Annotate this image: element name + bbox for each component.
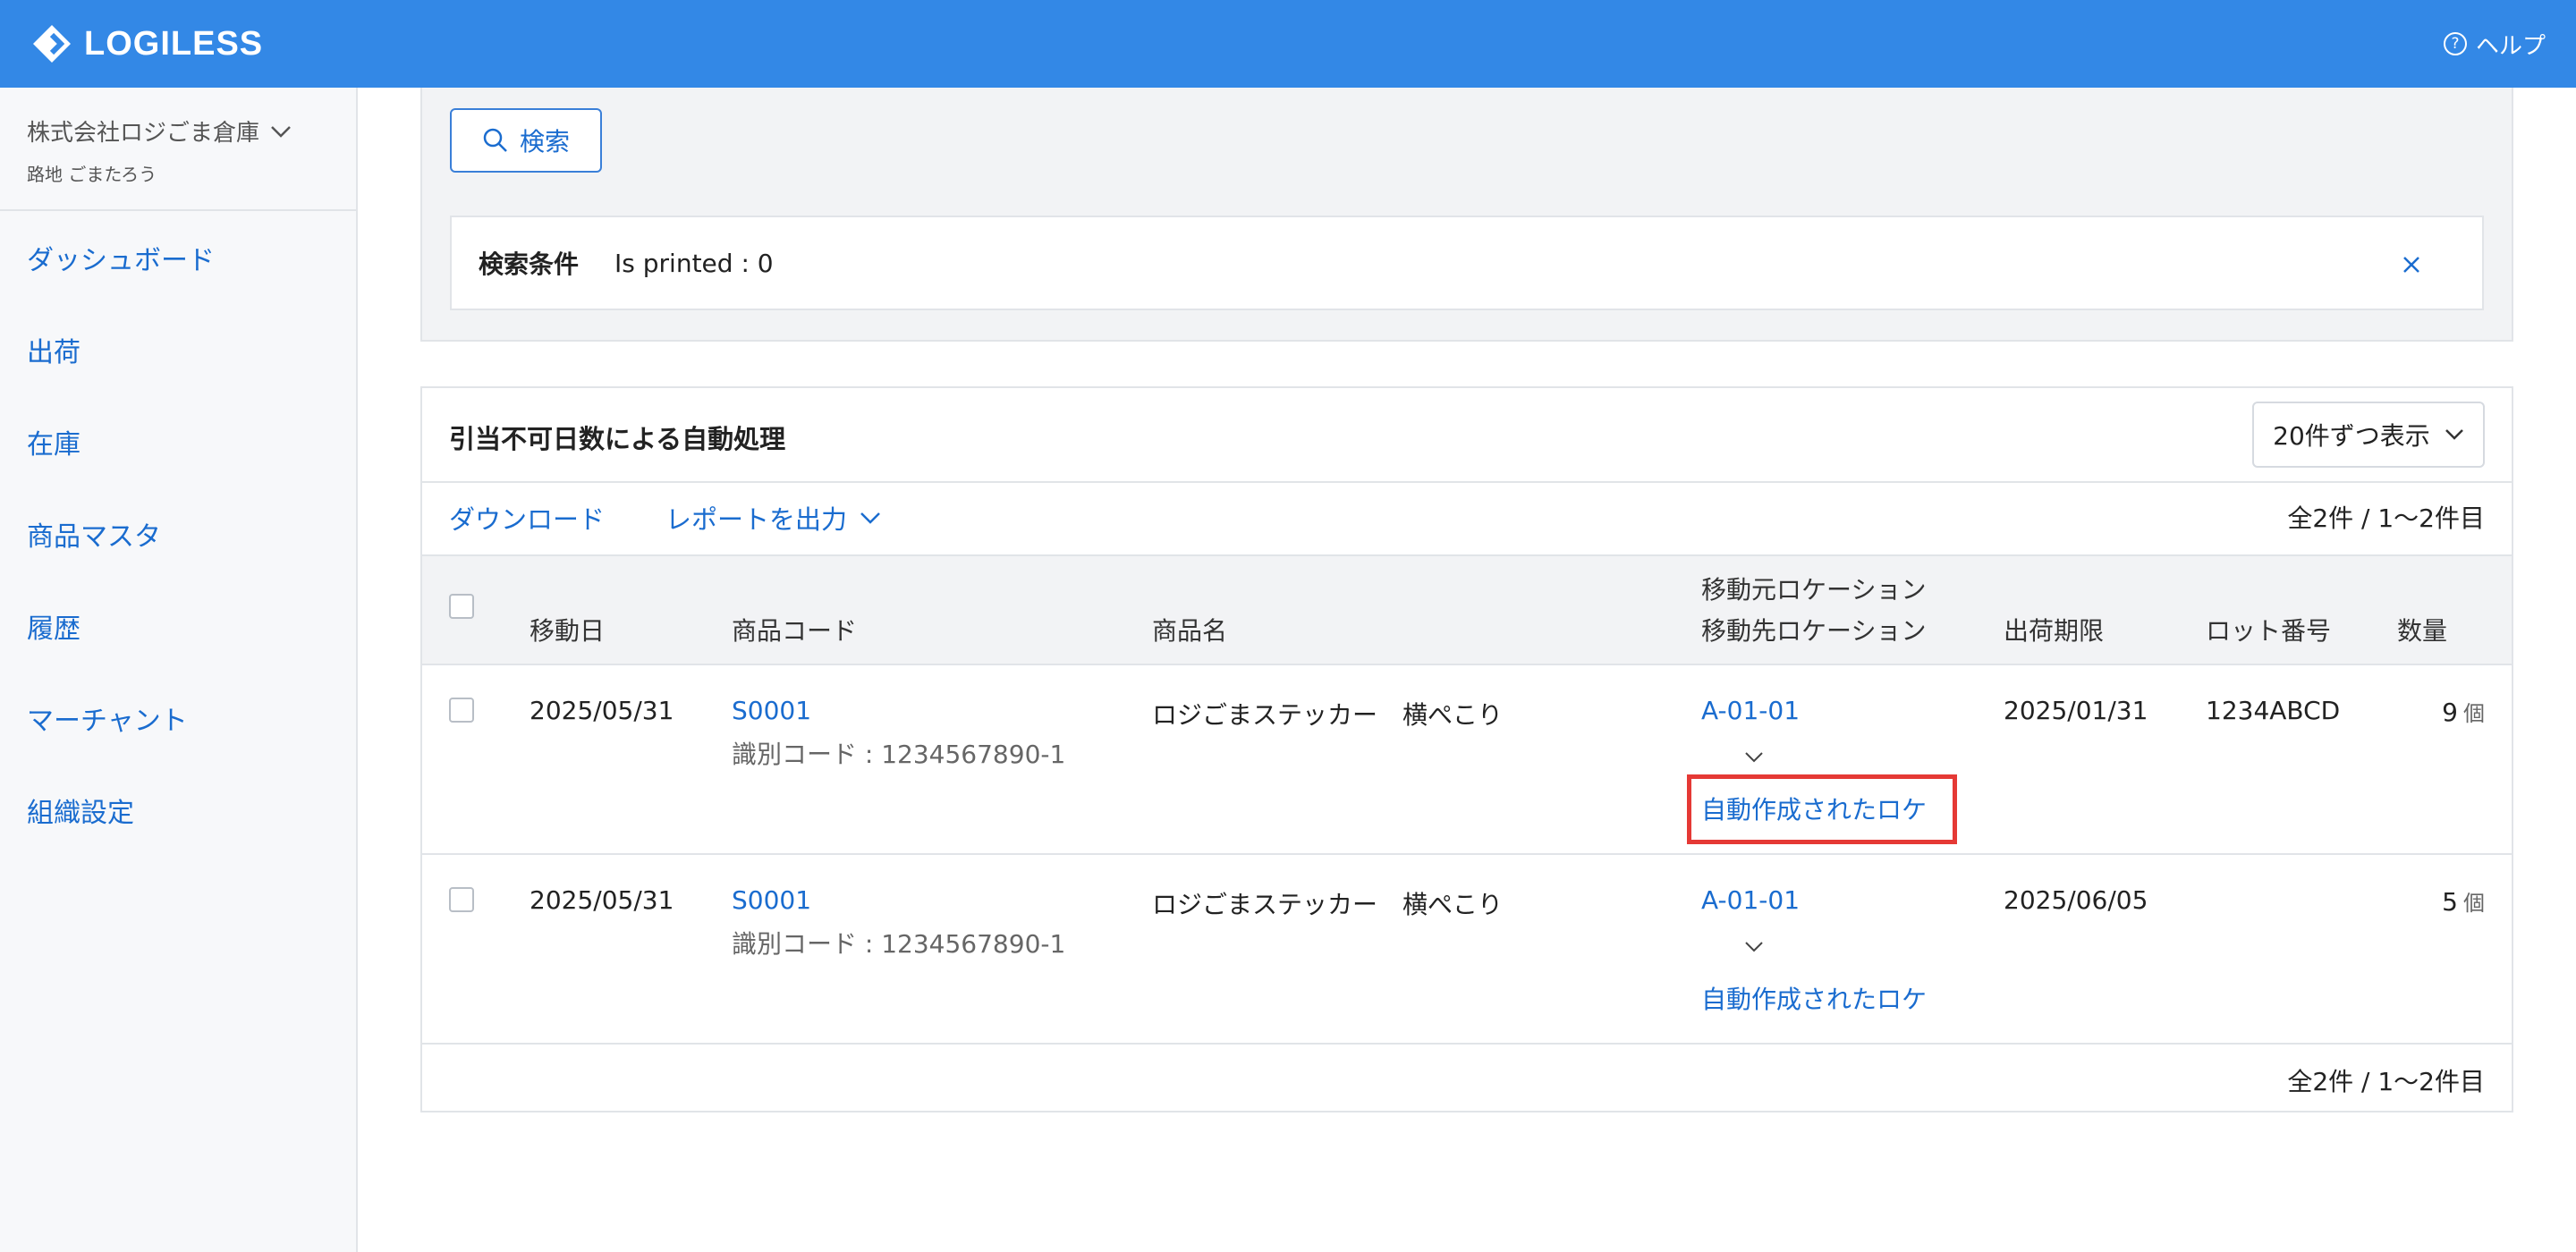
sidebar-item-inventory[interactable]: 在庫 xyxy=(0,395,356,487)
search-condition-box: 検索条件 Is printed : 0 xyxy=(450,216,2484,310)
col-to-location[interactable]: 移動先ロケーション xyxy=(1701,612,1926,647)
sidebar-item-dashboard[interactable]: ダッシュボード xyxy=(0,211,356,303)
help-icon: ? xyxy=(2443,32,2467,55)
search-button-label: 検索 xyxy=(519,127,570,156)
results-footer: 全2件 / 1〜2件目 xyxy=(422,1045,2512,1112)
table-row: 2025/05/31 S0001 識別コード : 1234567890-1 ロジ… xyxy=(422,665,2512,855)
close-icon[interactable] xyxy=(2402,255,2421,275)
result-count-footer: 全2件 / 1〜2件目 xyxy=(2287,1067,2485,1096)
sidebar-nav: ダッシュボード 出荷 在庫 商品マスタ 履歴 マーチャント 組織設定 xyxy=(0,211,356,856)
quantity-value: 5 xyxy=(2442,887,2458,917)
col-from-location[interactable]: 移動元ロケーション xyxy=(1701,571,1926,606)
per-page-select[interactable]: 20件ずつ表示 xyxy=(2252,402,2485,468)
search-button[interactable]: 検索 xyxy=(450,108,602,173)
id-code: 識別コード : 1234567890-1 xyxy=(732,740,1066,769)
lot-number: 1234ABCD xyxy=(2206,696,2341,725)
quantity: 5個 xyxy=(2442,885,2485,917)
product-code-link[interactable]: S0001 xyxy=(732,696,811,725)
download-label: ダウンロード xyxy=(449,504,606,535)
row-checkbox[interactable] xyxy=(449,887,474,912)
logo-text: LOGILESS xyxy=(84,24,264,63)
top-bar: LOGILESS ? ヘルプ xyxy=(0,0,2576,88)
results-panel: 引当不可日数による自動処理 20件ずつ表示 ダウンロード レポートを出力 全2件… xyxy=(420,386,2513,1112)
results-title: 引当不可日数による自動処理 xyxy=(449,424,786,454)
per-page-value: 20件ずつ表示 xyxy=(2273,421,2430,451)
sidebar-item-org-settings[interactable]: 組織設定 xyxy=(0,764,356,856)
product-code-link[interactable]: S0001 xyxy=(732,885,811,915)
ship-limit: 2025/01/31 xyxy=(2004,696,2148,725)
col-lot[interactable]: ロット番号 xyxy=(2206,612,2331,647)
download-link[interactable]: ダウンロード xyxy=(449,499,605,537)
arrow-down-icon xyxy=(1745,752,1763,763)
sidebar-item-history[interactable]: 履歴 xyxy=(0,579,356,672)
quantity-unit: 個 xyxy=(2463,891,2485,916)
logo[interactable]: LOGILESS xyxy=(30,22,263,65)
col-product-name[interactable]: 商品名 xyxy=(1152,612,1227,647)
results-header: 引当不可日数による自動処理 20件ずつ表示 xyxy=(422,388,2512,483)
col-ship-limit[interactable]: 出荷期限 xyxy=(2004,612,2104,647)
logiless-logo-icon xyxy=(33,25,71,63)
col-product-code[interactable]: 商品コード xyxy=(732,612,857,647)
quantity-unit: 個 xyxy=(2463,701,2485,726)
report-export-label: レポートを出力 xyxy=(665,504,848,535)
result-count: 全2件 / 1〜2件目 xyxy=(2287,503,2485,533)
product-name: ロジごまステッカー 横ぺこり xyxy=(1152,890,1504,919)
search-condition-label: 検索条件 xyxy=(479,250,580,279)
results-toolbar: ダウンロード レポートを出力 全2件 / 1〜2件目 xyxy=(422,483,2512,554)
table-row: 2025/05/31 S0001 識別コード : 1234567890-1 ロジ… xyxy=(422,855,2512,1045)
report-export-dropdown[interactable]: レポートを出力 xyxy=(665,499,881,537)
sidebar-item-merchant[interactable]: マーチャント xyxy=(0,672,356,764)
highlight-box xyxy=(1687,774,1957,844)
sidebar-item-product-master[interactable]: 商品マスタ xyxy=(0,487,356,579)
quantity-value: 9 xyxy=(2442,698,2458,727)
ship-limit: 2025/06/05 xyxy=(2004,885,2148,915)
search-icon xyxy=(483,128,507,152)
search-condition-value: Is printed : 0 xyxy=(614,248,774,278)
quantity: 9個 xyxy=(2442,696,2485,727)
sidebar-item-shipping[interactable]: 出荷 xyxy=(0,303,356,395)
help-label: ヘルプ xyxy=(2475,32,2546,60)
sidebar: 株式会社ロジごま倉庫 路地 ごまたろう ダッシュボード 出荷 在庫 商品マスタ … xyxy=(0,88,358,1252)
table-header: 移動日 商品コード 商品名 移動元ロケーション 移動先ロケーション 出荷期限 ロ… xyxy=(422,554,2512,665)
user-name: 路地 ごまたろう xyxy=(27,164,157,185)
col-move-date[interactable]: 移動日 xyxy=(530,612,605,647)
arrow-down-icon xyxy=(1745,942,1763,952)
chevron-down-icon xyxy=(860,512,880,524)
search-panel: 検索 検索条件 Is printed : 0 xyxy=(420,88,2513,342)
chevron-down-icon xyxy=(271,125,291,138)
chevron-down-icon xyxy=(2445,429,2463,440)
product-name: ロジごまステッカー 横ぺこり xyxy=(1152,700,1504,730)
help-link[interactable]: ? ヘルプ xyxy=(2443,28,2546,61)
company-switcher[interactable]: 株式会社ロジごま倉庫 路地 ごまたろう xyxy=(0,88,356,211)
id-code: 識別コード : 1234567890-1 xyxy=(732,929,1066,959)
from-location-link[interactable]: A-01-01 xyxy=(1701,885,1800,915)
select-all-checkbox[interactable] xyxy=(449,594,474,619)
company-name: 株式会社ロジごま倉庫 xyxy=(27,120,260,147)
row-checkbox[interactable] xyxy=(449,698,474,723)
move-date: 2025/05/31 xyxy=(530,696,674,725)
from-location-link[interactable]: A-01-01 xyxy=(1701,696,1800,725)
move-date: 2025/05/31 xyxy=(530,885,674,915)
col-qty[interactable]: 数量 xyxy=(2397,612,2447,647)
to-location-link[interactable]: 自動作成されたロケ xyxy=(1701,980,1927,1016)
